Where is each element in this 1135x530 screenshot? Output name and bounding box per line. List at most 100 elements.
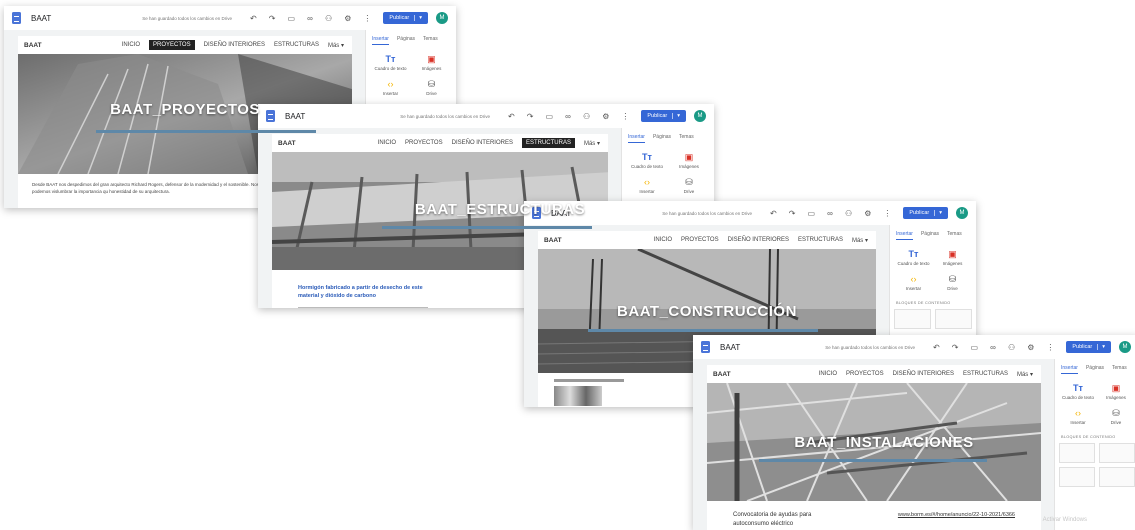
insert-embed-button[interactable]: ‹› Insertar <box>626 177 668 194</box>
share-icon[interactable]: ⚇ <box>325 14 332 23</box>
article-link[interactable]: www.borm.es/#/home/anuncio/22-10-2021/63… <box>898 511 1015 520</box>
hero-banner[interactable]: BAAT_INSTALACIONES <box>707 383 1041 501</box>
tab-paginas[interactable]: Páginas <box>1086 365 1104 374</box>
redo-icon[interactable]: ↷ <box>952 343 959 352</box>
nav-item-mas[interactable]: Más ▾ <box>584 140 600 147</box>
chevron-down-icon[interactable]: ▾ <box>1097 344 1105 350</box>
tab-paginas[interactable]: Páginas <box>921 231 939 240</box>
insert-text-box-button[interactable]: Tт Cuadro de texto <box>894 249 933 266</box>
publish-button[interactable]: Publicar ▾ <box>903 207 948 219</box>
insert-images-button[interactable]: ▣ Imágenes <box>668 152 710 169</box>
insert-embed-button[interactable]: ‹› Insertar <box>370 79 411 96</box>
content-block-thumb[interactable] <box>894 309 931 329</box>
insert-images-button[interactable]: ▣ Imágenes <box>1097 383 1135 400</box>
nav-item-estructuras[interactable]: ESTRUCTURAS <box>274 42 319 48</box>
insert-drive-button[interactable]: ⛁ Drive <box>1097 408 1135 425</box>
more-icon[interactable]: ⋮ <box>363 14 371 23</box>
publish-button[interactable]: Publicar ▾ <box>383 12 428 24</box>
tab-paginas[interactable]: Páginas <box>653 134 671 143</box>
site-name[interactable]: BAAT <box>24 42 42 49</box>
site-name[interactable]: BAAT <box>278 140 296 147</box>
avatar[interactable]: M <box>436 12 448 24</box>
hero-title[interactable]: BAAT_ESTRUCTURAS <box>415 201 585 218</box>
undo-icon[interactable]: ↶ <box>250 14 257 23</box>
redo-icon[interactable]: ↷ <box>269 14 276 23</box>
insert-embed-button[interactable]: ‹› Insertar <box>894 274 933 291</box>
nav-item-inicio[interactable]: INICIO <box>122 42 140 48</box>
more-icon[interactable]: ⋮ <box>621 112 629 121</box>
chevron-down-icon[interactable]: ▾ <box>414 15 422 21</box>
nav-item-estructuras[interactable]: ESTRUCTURAS <box>521 138 575 148</box>
settings-icon[interactable]: ⚙ <box>602 112 609 121</box>
nav-item-mas[interactable]: Más ▾ <box>328 42 344 49</box>
insert-drive-button[interactable]: ⛁ Drive <box>668 177 710 194</box>
nav-item-diseno-interiores[interactable]: DISEÑO INTERIORES <box>893 371 954 377</box>
nav-item-proyectos[interactable]: PROYECTOS <box>846 371 884 377</box>
tab-insertar[interactable]: Insertar <box>896 231 913 240</box>
nav-item-inicio[interactable]: INICIO <box>654 237 672 243</box>
tab-temas[interactable]: Temas <box>947 231 962 240</box>
content-block-thumb[interactable] <box>935 309 972 329</box>
insert-text-box-button[interactable]: Tт Cuadro de texto <box>370 54 411 71</box>
avatar[interactable]: M <box>1119 341 1131 353</box>
preview-icon[interactable]: ▭ <box>287 14 295 23</box>
tab-temas[interactable]: Temas <box>679 134 694 143</box>
nav-item-proyectos[interactable]: PROYECTOS <box>405 140 443 146</box>
site-name[interactable]: BAAT <box>713 371 731 378</box>
insert-drive-button[interactable]: ⛁ Drive <box>411 79 452 96</box>
nav-item-diseno-interiores[interactable]: DISEÑO INTERIORES <box>452 140 513 146</box>
redo-icon[interactable]: ↷ <box>789 209 796 218</box>
nav-item-mas[interactable]: Más ▾ <box>852 237 868 244</box>
nav-item-inicio[interactable]: INICIO <box>378 140 396 146</box>
insert-embed-button[interactable]: ‹› Insertar <box>1059 408 1097 425</box>
nav-item-proyectos[interactable]: PROYECTOS <box>149 40 195 50</box>
nav-item-proyectos[interactable]: PROYECTOS <box>681 237 719 243</box>
undo-icon[interactable]: ↶ <box>508 112 515 121</box>
settings-icon[interactable]: ⚙ <box>864 209 871 218</box>
preview-icon[interactable]: ▭ <box>970 343 978 352</box>
publish-button[interactable]: Publicar ▾ <box>1066 341 1111 353</box>
insert-images-button[interactable]: ▣ Imágenes <box>933 249 972 266</box>
link-icon[interactable]: ∞ <box>307 14 313 23</box>
link-icon[interactable]: ∞ <box>990 343 996 352</box>
link-icon[interactable]: ∞ <box>565 112 571 121</box>
tab-paginas[interactable]: Páginas <box>397 36 415 45</box>
tab-temas[interactable]: Temas <box>423 36 438 45</box>
nav-item-inicio[interactable]: INICIO <box>819 371 837 377</box>
hero-title[interactable]: BAAT_INSTALACIONES <box>794 434 973 451</box>
nav-item-estructuras[interactable]: ESTRUCTURAS <box>963 371 1008 377</box>
link-icon[interactable]: ∞ <box>827 209 833 218</box>
chevron-down-icon[interactable]: ▾ <box>934 210 942 216</box>
more-icon[interactable]: ⋮ <box>1046 343 1054 352</box>
share-icon[interactable]: ⚇ <box>845 209 852 218</box>
tab-temas[interactable]: Temas <box>1112 365 1127 374</box>
settings-icon[interactable]: ⚙ <box>344 14 351 23</box>
insert-images-button[interactable]: ▣ Imágenes <box>411 54 452 71</box>
nav-item-mas[interactable]: Más ▾ <box>1017 371 1033 378</box>
share-icon[interactable]: ⚇ <box>583 112 590 121</box>
share-icon[interactable]: ⚇ <box>1008 343 1015 352</box>
site-name[interactable]: BAAT <box>544 237 562 244</box>
nav-item-diseno-interiores[interactable]: DISEÑO INTERIORES <box>204 42 265 48</box>
chevron-down-icon[interactable]: ▾ <box>672 113 680 119</box>
hero-title[interactable]: BAAT_CONSTRUCCIÓN <box>617 303 797 320</box>
tab-insertar[interactable]: Insertar <box>1061 365 1078 374</box>
insert-text-box-button[interactable]: Tт Cuadro de texto <box>626 152 668 169</box>
avatar[interactable]: M <box>694 110 706 122</box>
undo-icon[interactable]: ↶ <box>933 343 940 352</box>
settings-icon[interactable]: ⚙ <box>1027 343 1034 352</box>
content-block-thumb[interactable] <box>1099 467 1135 487</box>
tab-insertar[interactable]: Insertar <box>372 36 389 45</box>
article-heading[interactable]: Hormigón fabricado a partir de desecho d… <box>298 284 438 301</box>
content-block-thumb[interactable] <box>1059 443 1095 463</box>
preview-icon[interactable]: ▭ <box>545 112 553 121</box>
nav-item-diseno-interiores[interactable]: DISEÑO INTERIORES <box>728 237 789 243</box>
content-block-thumb[interactable] <box>1099 443 1135 463</box>
content-block-thumb[interactable] <box>1059 467 1095 487</box>
avatar[interactable]: M <box>956 207 968 219</box>
tab-insertar[interactable]: Insertar <box>628 134 645 143</box>
preview-icon[interactable]: ▭ <box>807 209 815 218</box>
insert-drive-button[interactable]: ⛁ Drive <box>933 274 972 291</box>
nav-item-estructuras[interactable]: ESTRUCTURAS <box>798 237 843 243</box>
insert-text-box-button[interactable]: Tт Cuadro de texto <box>1059 383 1097 400</box>
